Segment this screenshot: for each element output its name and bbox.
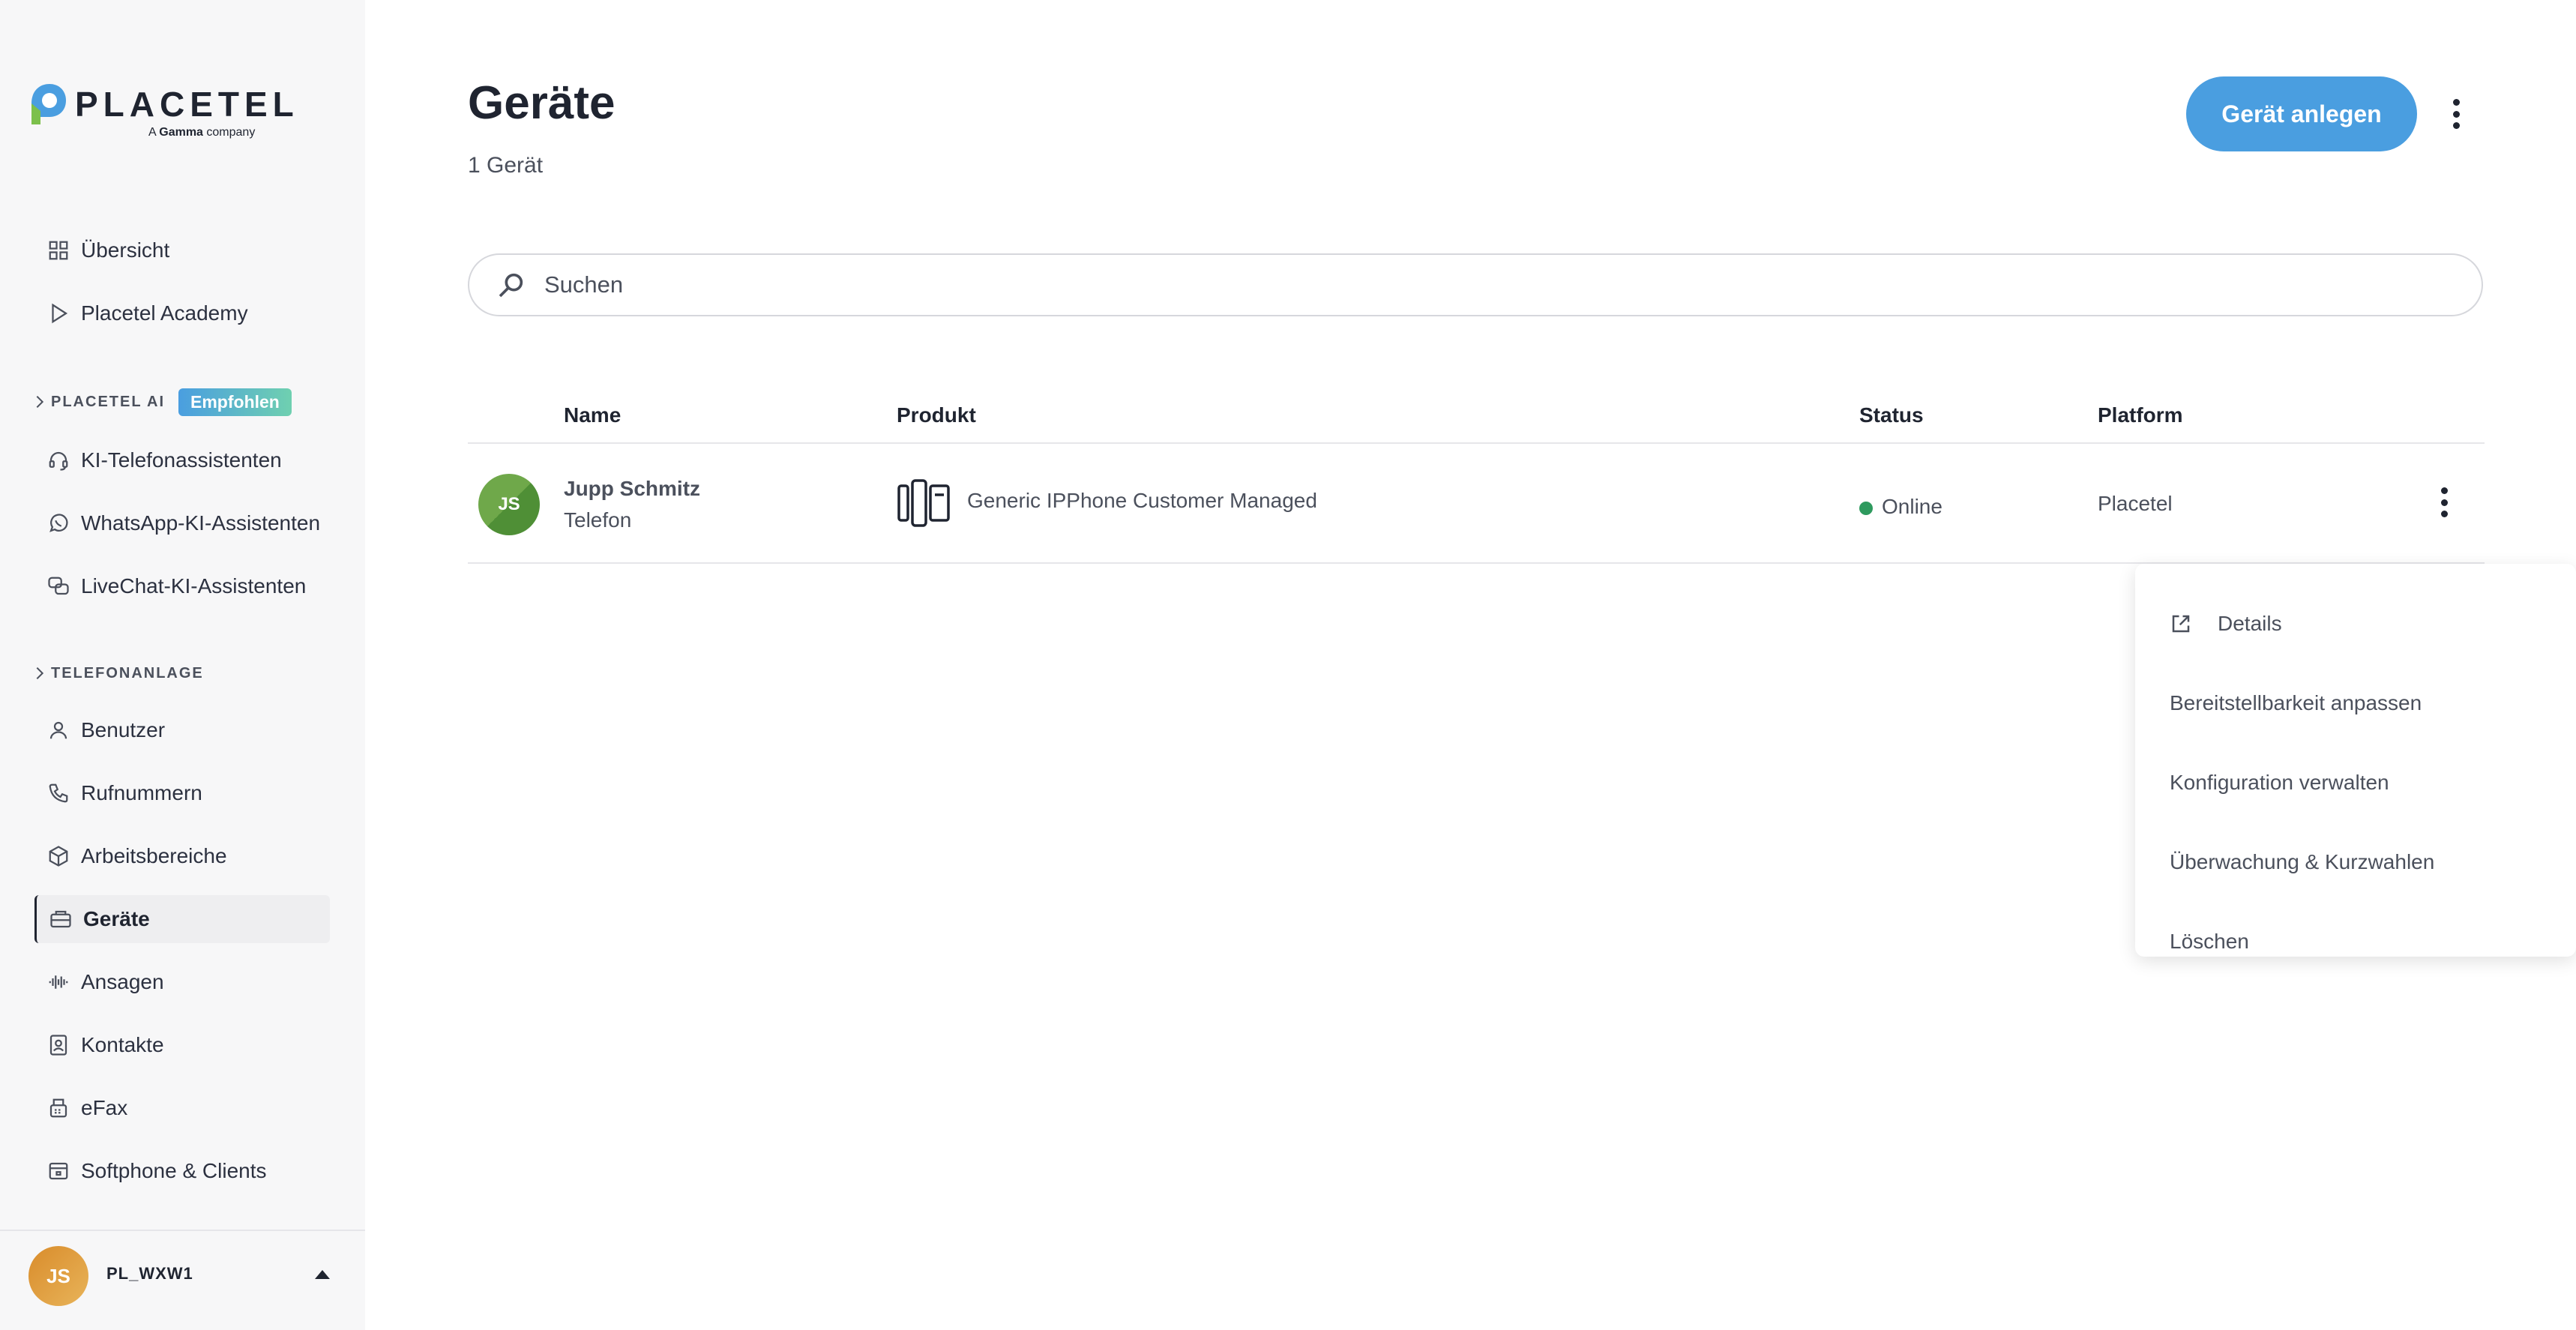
sidebar-item-livechat-ki[interactable]: LiveChat-KI-Assistenten — [34, 562, 330, 610]
row-more-options-icon[interactable] — [2435, 480, 2453, 525]
sidebar-item-label: LiveChat-KI-Assistenten — [81, 574, 307, 598]
device-type: Telefon — [564, 508, 632, 532]
sidebar-item-ki-telefonassistenten[interactable]: KI-Telefonassistenten — [34, 436, 330, 484]
fax-icon — [45, 1095, 72, 1122]
whatsapp-icon — [45, 510, 72, 537]
sidebar-item-softphone[interactable]: Softphone & Clients — [34, 1147, 330, 1195]
sidebar-item-label: Placetel Academy — [81, 301, 248, 325]
online-dot-icon — [1859, 501, 1873, 515]
page-title: Geräte — [468, 77, 616, 129]
sidebar-item-kontakte[interactable]: Kontakte — [34, 1021, 330, 1069]
window-icon — [45, 1158, 72, 1185]
device-count: 1 Gerät — [468, 153, 544, 178]
sidebar-item-label: KI-Telefonassistenten — [81, 448, 282, 472]
column-header-platform[interactable]: Platform — [2098, 403, 2183, 427]
menu-item-konfiguration[interactable]: Konfiguration verwalten — [2170, 760, 2389, 805]
page-more-options-icon[interactable] — [2447, 91, 2465, 136]
grid-icon — [45, 237, 72, 264]
account-switcher[interactable]: JS PL_WXW1 — [0, 1230, 365, 1330]
audio-wave-icon — [45, 969, 72, 996]
section-placetel-ai[interactable]: PLACETEL AI Empfohlen — [31, 387, 292, 417]
sidebar-item-label: Softphone & Clients — [81, 1159, 267, 1182]
menu-item-details[interactable]: Details — [2170, 601, 2282, 646]
device-icon — [47, 906, 74, 933]
logo-wordmark: PLACETEL — [75, 85, 299, 124]
sidebar-item-rufnummern[interactable]: Rufnummern — [34, 769, 330, 817]
avatar: JS — [28, 1246, 88, 1306]
status-badge: Online — [1859, 495, 1942, 519]
sidebar-item-label: Übersicht — [81, 238, 170, 262]
placetel-logo[interactable]: PLACETEL A Gamma company — [28, 81, 294, 141]
column-header-name[interactable]: Name — [564, 403, 621, 427]
add-device-button[interactable]: Gerät anlegen — [2186, 76, 2417, 151]
cube-icon — [45, 843, 72, 870]
chevron-right-icon — [31, 394, 48, 410]
search-icon — [496, 270, 526, 300]
menu-item-ueberwachung[interactable]: Überwachung & Kurzwahlen — [2170, 840, 2434, 885]
avatar: JS — [478, 474, 540, 535]
user-icon — [45, 717, 72, 744]
recommended-badge: Empfohlen — [178, 388, 292, 416]
section-title: TELEFONANLAGE — [51, 664, 204, 681]
sidebar: PLACETEL A Gamma company Übersicht Place… — [0, 0, 365, 1330]
section-title: PLACETEL AI — [51, 393, 166, 410]
section-telefonanlage[interactable]: TELEFONANLAGE — [31, 658, 204, 688]
sidebar-item-whatsapp-ki[interactable]: WhatsApp-KI-Assistenten — [34, 499, 330, 547]
table-header-divider — [468, 442, 2485, 444]
sidebar-item-geraete[interactable]: Geräte — [34, 895, 330, 943]
contact-book-icon — [45, 1032, 72, 1059]
sidebar-item-label: eFax — [81, 1096, 128, 1119]
sidebar-item-arbeitsbereiche[interactable]: Arbeitsbereiche — [34, 832, 330, 880]
phone-device-icon — [897, 479, 950, 527]
sidebar-item-label: Kontakte — [81, 1033, 164, 1056]
sidebar-item-label: Rufnummern — [81, 781, 202, 804]
device-platform: Placetel — [2098, 492, 2173, 515]
phone-icon — [45, 780, 72, 807]
sidebar-item-label: Ansagen — [81, 970, 164, 993]
sidebar-item-academy[interactable]: Placetel Academy — [34, 289, 330, 337]
sidebar-item-uebersicht[interactable]: Übersicht — [34, 226, 330, 274]
sidebar-item-label: Geräte — [83, 907, 150, 930]
column-header-status[interactable]: Status — [1859, 403, 1924, 427]
sidebar-item-label: Arbeitsbereiche — [81, 844, 227, 867]
menu-item-loeschen[interactable]: Löschen — [2170, 919, 2249, 964]
headset-icon — [45, 447, 72, 474]
sidebar-item-label: WhatsApp-KI-Assistenten — [81, 511, 321, 535]
search-bar[interactable] — [468, 253, 2483, 316]
play-icon — [45, 300, 72, 327]
logo-mark-icon — [31, 84, 66, 124]
chevron-right-icon — [31, 665, 48, 681]
logo-tagline: A Gamma company — [148, 126, 256, 139]
device-user-name[interactable]: Jupp Schmitz — [564, 477, 700, 501]
menu-item-bereitstellbarkeit[interactable]: Bereitstellbarkeit anpassen — [2170, 681, 2422, 726]
column-header-produkt[interactable]: Produkt — [897, 403, 976, 427]
external-link-icon — [2172, 615, 2190, 633]
row-context-menu: Details Bereitstellbarkeit anpassen Konf… — [2135, 564, 2576, 957]
device-product: Generic IPPhone Customer Managed — [967, 489, 1317, 512]
chat-bubbles-icon — [45, 573, 72, 600]
sidebar-item-label: Benutzer — [81, 718, 166, 741]
sidebar-item-benutzer[interactable]: Benutzer — [34, 706, 330, 754]
search-input[interactable] — [544, 271, 2344, 298]
account-name: PL_WXW1 — [106, 1264, 193, 1283]
sidebar-item-efax[interactable]: eFax — [34, 1084, 330, 1132]
caret-up-icon — [315, 1270, 330, 1279]
sidebar-item-ansagen[interactable]: Ansagen — [34, 958, 330, 1006]
